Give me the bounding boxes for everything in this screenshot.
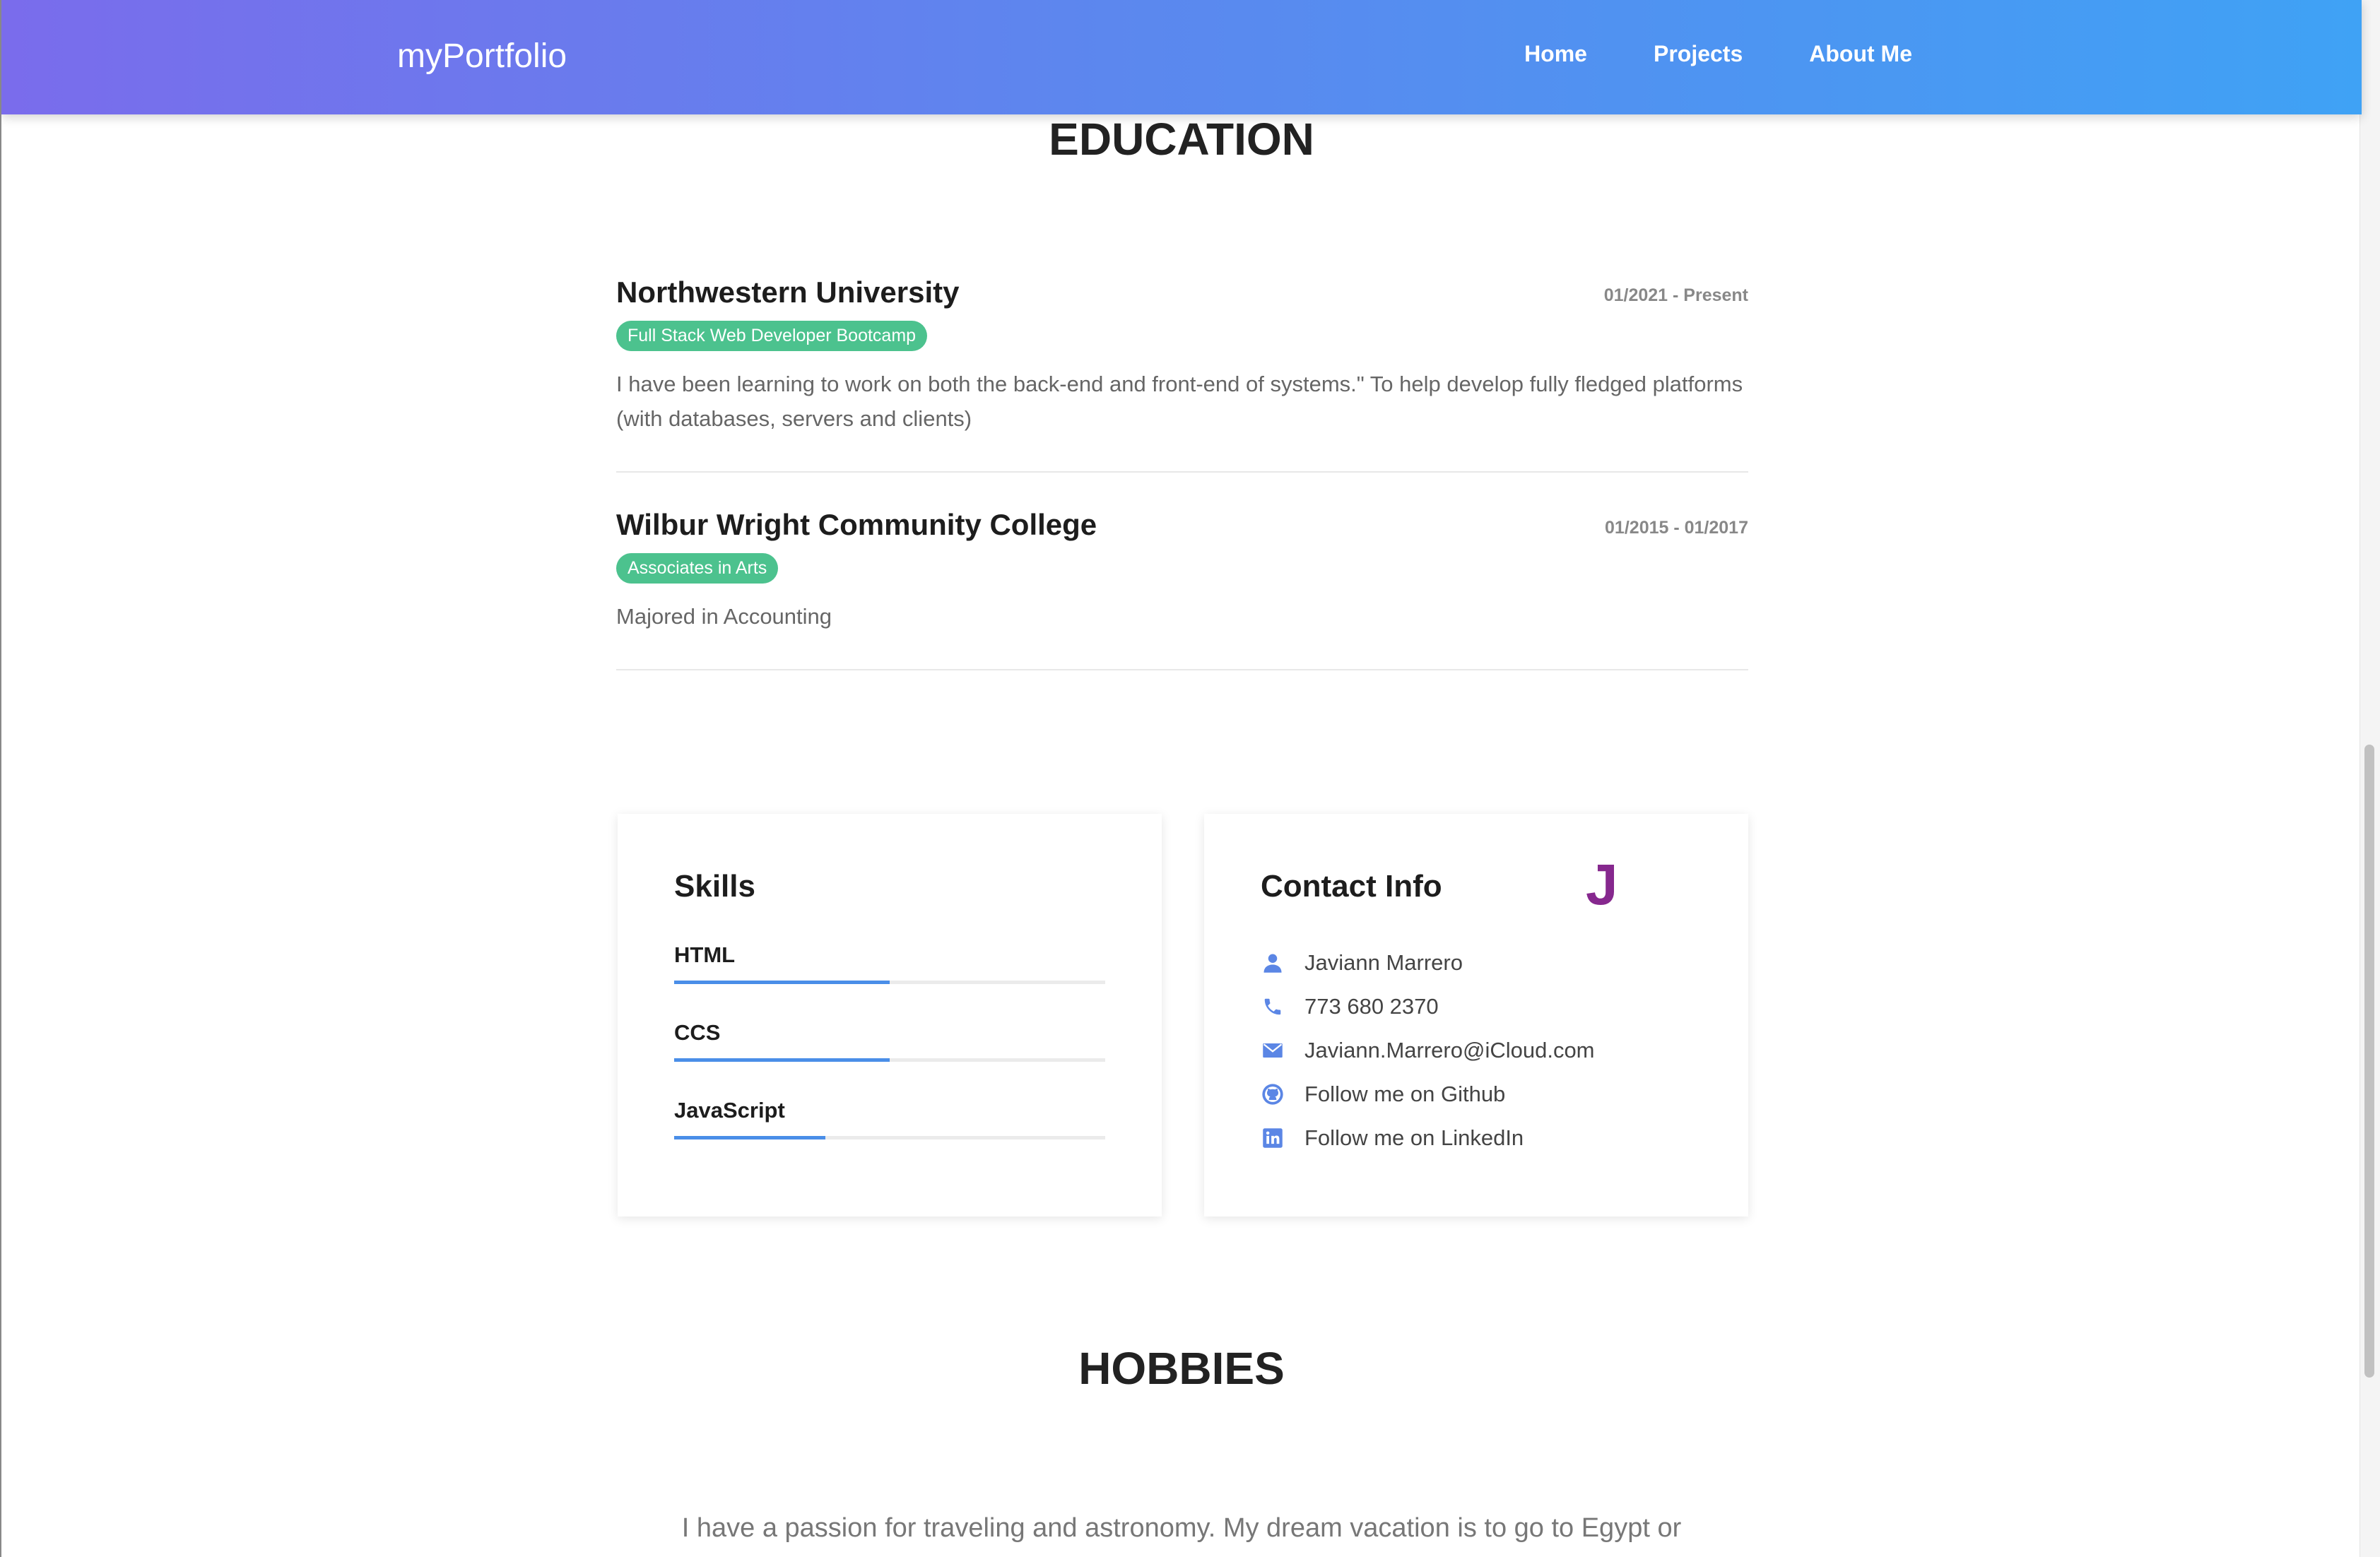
portfolio-page: myPortfolio Home Projects About Me EDUCA… xyxy=(0,0,2380,1557)
scrollbar-thumb[interactable] xyxy=(2364,745,2374,1378)
contact-linkedin-row[interactable]: Follow me on LinkedIn xyxy=(1261,1116,1595,1160)
education-heading: EDUCATION xyxy=(1049,114,1314,165)
education-description: I have been learning to work on both the… xyxy=(616,372,1743,431)
skills-card: Skills HTML CCS JavaScript xyxy=(618,814,1162,1216)
skill-name: JavaScript xyxy=(674,1098,785,1123)
contact-title: Contact Info xyxy=(1261,869,1442,904)
skill-name: HTML xyxy=(674,942,736,967)
skill-progress-track xyxy=(674,981,1105,984)
education-dates: 01/2021 - Present xyxy=(1603,285,1748,305)
education-item: Wilbur Wright Community College 01/2015 … xyxy=(616,508,1748,670)
education-item: Northwestern University 01/2021 - Presen… xyxy=(616,276,1748,473)
skills-title: Skills xyxy=(674,869,755,904)
skill-progress-track xyxy=(674,1058,1105,1062)
contact-email[interactable]: Javiann.Marrero@iCloud.com xyxy=(1304,1038,1595,1063)
degree-badge: Associates in Arts xyxy=(616,553,779,584)
skill-ccs: CCS xyxy=(674,1020,1105,1062)
linkedin-link[interactable]: Follow me on LinkedIn xyxy=(1304,1125,1524,1151)
nav-links: Home Projects About Me xyxy=(1524,41,1912,67)
github-link[interactable]: Follow me on Github xyxy=(1304,1082,1505,1107)
skill-progress-fill xyxy=(674,1136,825,1139)
linkedin-icon xyxy=(1261,1126,1285,1150)
phone-icon xyxy=(1261,995,1285,1019)
education-dates: 01/2015 - 01/2017 xyxy=(1605,518,1748,538)
nav-link-projects[interactable]: Projects xyxy=(1654,41,1743,67)
skill-name: CCS xyxy=(674,1020,721,1045)
github-icon xyxy=(1261,1082,1285,1106)
skill-progress-track xyxy=(674,1136,1105,1139)
degree-badge: Full Stack Web Developer Bootcamp xyxy=(616,321,928,351)
education-description: Majored in Accounting xyxy=(616,604,832,629)
school-name: Northwestern University xyxy=(616,276,960,309)
school-name: Wilbur Wright Community College xyxy=(616,508,1097,541)
skill-progress-fill xyxy=(674,981,890,984)
contact-email-row[interactable]: Javiann.Marrero@iCloud.com xyxy=(1261,1029,1595,1072)
vertical-scrollbar[interactable] xyxy=(2360,0,2380,1557)
mail-icon xyxy=(1261,1038,1285,1062)
hobbies-text: I have a passion for traveling and astro… xyxy=(681,1513,1682,1543)
initial-logo: J xyxy=(1586,853,1618,917)
contact-name-row: Javiann Marrero xyxy=(1261,941,1595,985)
hobbies-heading: HOBBIES xyxy=(1078,1343,1285,1394)
contact-list: Javiann Marrero 773 680 2370 Javiann.Mar… xyxy=(1261,941,1595,1160)
person-icon xyxy=(1261,951,1285,975)
contact-phone: 773 680 2370 xyxy=(1304,994,1439,1019)
nav-link-about-me[interactable]: About Me xyxy=(1809,41,1912,67)
brand-logo[interactable]: myPortfolio xyxy=(397,37,567,76)
contact-github-row[interactable]: Follow me on Github xyxy=(1261,1072,1595,1116)
contact-name: Javiann Marrero xyxy=(1304,950,1463,975)
skill-html: HTML xyxy=(674,942,1105,984)
nav-link-home[interactable]: Home xyxy=(1524,41,1587,67)
education-list: Northwestern University 01/2021 - Presen… xyxy=(616,276,1748,706)
contact-phone-row: 773 680 2370 xyxy=(1261,985,1595,1029)
skill-progress-fill xyxy=(674,1058,890,1062)
contact-card: Contact Info J Javiann Marrero 773 680 2… xyxy=(1204,814,1748,1216)
top-navbar: myPortfolio Home Projects About Me xyxy=(1,0,2362,114)
skill-javascript: JavaScript xyxy=(674,1098,1105,1139)
